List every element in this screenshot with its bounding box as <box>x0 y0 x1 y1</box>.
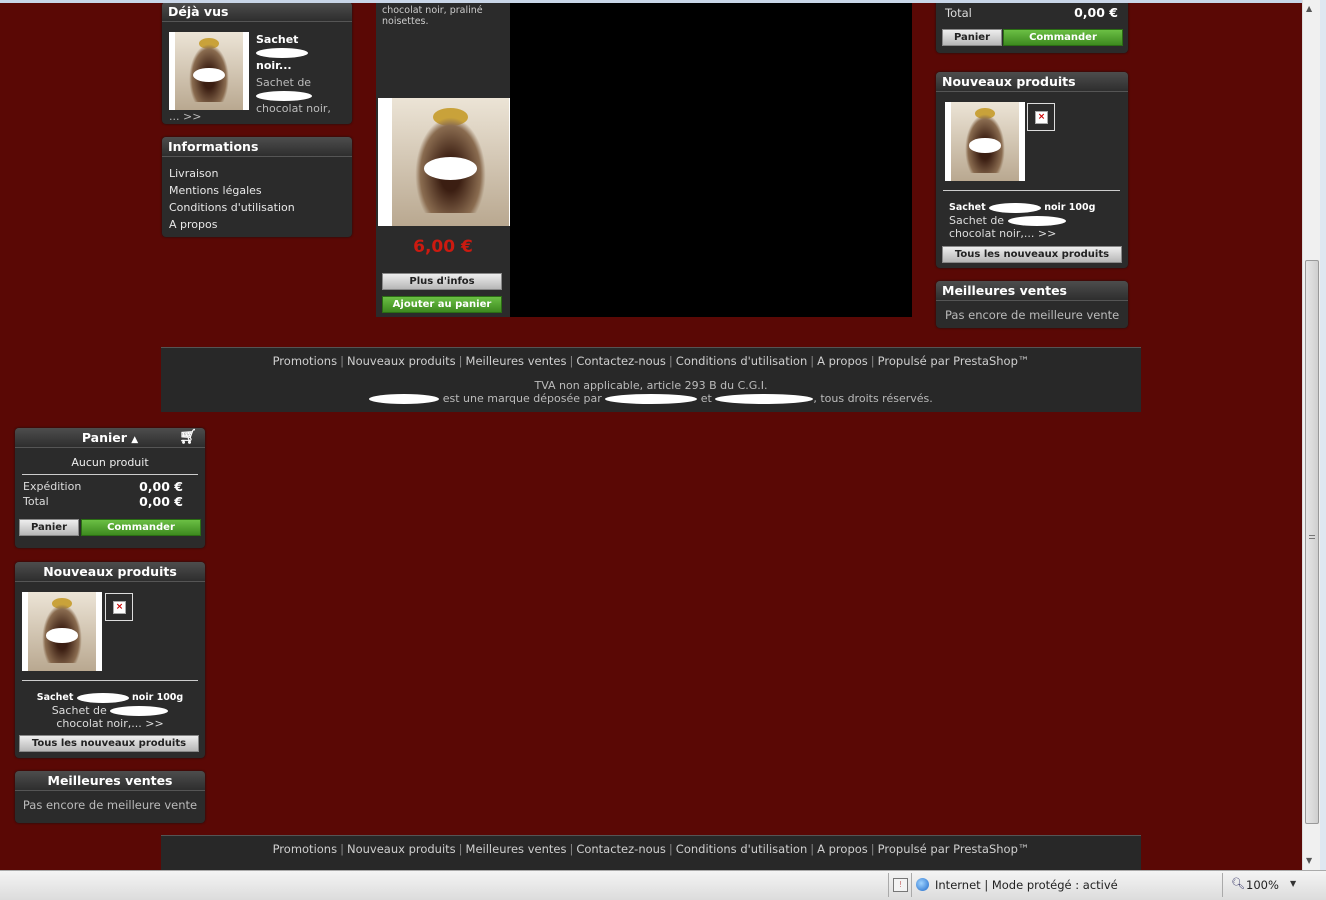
product-desc-1: chocolat noir, praliné <box>382 5 483 16</box>
cart-left-total-value: 0,00 € <box>139 494 183 509</box>
footer-link-conditions[interactable]: Conditions d'utilisation <box>676 354 807 368</box>
product-price: 6,00 € <box>413 237 473 257</box>
cart-left-shipping-value: 0,00 € <box>139 479 183 494</box>
broken-image-icon-left: × <box>105 593 133 621</box>
footer-link-apropos[interactable]: A propos <box>817 354 868 368</box>
cart-right-total-label: Total <box>945 6 972 20</box>
new-products-left-title: Nouveaux produits <box>15 562 205 582</box>
recently-viewed-thumbnail[interactable] <box>169 32 249 110</box>
footer-link-prestashop[interactable]: Propulsé par PrestaShop™ <box>878 354 1030 368</box>
zoom-level[interactable]: 100% <box>1246 878 1279 892</box>
footer2-link-contact[interactable]: Contactez-nous <box>576 842 666 856</box>
new-products-left-block: Nouveaux produits × Sachet noir 100g Sac… <box>15 562 205 758</box>
footer-bottom: Promotions | Nouveaux produits | Meilleures … <box>161 835 1141 871</box>
scroll-up-arrow-icon[interactable]: ▲ <box>1306 4 1312 13</box>
cart-icon: 🛒︎ <box>179 429 197 445</box>
cart-right-order-button[interactable]: Commander <box>1003 29 1123 46</box>
recently-viewed-desc-2: chocolat noir, <box>256 102 331 115</box>
cart-right-cart-button[interactable]: Panier <box>942 29 1002 46</box>
footer-link-new[interactable]: Nouveaux produits <box>347 354 456 368</box>
recently-viewed-more-link[interactable]: ... >> <box>169 110 201 123</box>
security-warning-icon[interactable]: ! <box>893 878 908 892</box>
info-link-apropos[interactable]: A propos <box>169 216 295 233</box>
informations-block: Informations Livraison Mentions légales … <box>162 137 352 237</box>
internet-globe-icon <box>916 878 929 891</box>
footer-link-promotions[interactable]: Promotions <box>273 354 338 368</box>
vertical-scrollbar[interactable]: ▲ ▼ <box>1302 0 1320 870</box>
new-products-right-block: Nouveaux produits × Sachet noir 100g Sac… <box>936 72 1128 268</box>
zoom-dropdown-icon[interactable]: ▼ <box>1290 879 1296 888</box>
cart-left-block: Panier ▲ 🛒︎ Aucun produit Expédition 0,0… <box>15 428 205 548</box>
footer-link-best[interactable]: Meilleures ventes <box>466 354 567 368</box>
footer2-link-conditions[interactable]: Conditions d'utilisation <box>676 842 807 856</box>
info-link-mentions[interactable]: Mentions légales <box>169 182 295 199</box>
new-products-left-thumbnail[interactable] <box>22 592 102 671</box>
recently-viewed-desc-1: Sachet de <box>256 76 312 89</box>
best-sales-left-block: Meilleures ventes Pas encore de meilleur… <box>15 771 205 823</box>
new-right-name-a[interactable]: Sachet <box>949 202 986 213</box>
recently-viewed-title: Déjà vus <box>162 2 352 22</box>
footer-trademark-end: , tous droits réservés. <box>813 392 933 405</box>
add-to-cart-button[interactable]: Ajouter au panier <box>382 296 502 313</box>
new-right-all-button[interactable]: Tous les nouveaux produits <box>942 246 1122 263</box>
product-desc-2: noisettes. <box>382 16 429 27</box>
status-bar: ! Internet | Mode protégé : activé 🔍︎ 10… <box>0 870 1326 900</box>
footer2-link-prestashop[interactable]: Propulsé par PrestaShop™ <box>878 842 1030 856</box>
recently-viewed-name[interactable]: Sachet <box>256 33 298 46</box>
footer2-link-new[interactable]: Nouveaux produits <box>347 842 456 856</box>
cart-left-order-button[interactable]: Commander <box>81 519 201 536</box>
cart-left-total-label: Total <box>23 495 49 508</box>
status-zone-text: Internet | Mode protégé : activé <box>935 878 1118 892</box>
informations-title: Informations <box>162 137 352 157</box>
new-products-right-thumbnail[interactable] <box>945 102 1025 181</box>
new-left-desc-a: Sachet de <box>51 704 107 717</box>
product-media-panel <box>510 0 912 317</box>
best-sales-right-block: Meilleures ventes Pas encore de meilleur… <box>936 281 1128 328</box>
new-left-name-b[interactable]: noir 100g <box>132 692 183 703</box>
cart-left-cart-button[interactable]: Panier <box>19 519 79 536</box>
footer2-link-apropos[interactable]: A propos <box>817 842 868 856</box>
cart-right-total-value: 0,00 € <box>1074 5 1118 20</box>
cart-summary-right: Total 0,00 € Panier Commander <box>936 0 1128 53</box>
new-right-name-b[interactable]: noir 100g <box>1044 202 1095 213</box>
footer2-link-promotions[interactable]: Promotions <box>273 842 338 856</box>
cart-left-title: Panier <box>81 430 127 445</box>
zoom-icon[interactable]: 🔍︎ <box>1231 877 1245 890</box>
more-info-button[interactable]: Plus d'infos <box>382 273 502 290</box>
footer2-link-best[interactable]: Meilleures ventes <box>466 842 567 856</box>
new-left-all-button[interactable]: Tous les nouveaux produits <box>19 735 199 752</box>
new-left-desc-b[interactable]: chocolat noir,... >> <box>15 717 205 730</box>
info-link-conditions[interactable]: Conditions d'utilisation <box>169 199 295 216</box>
cart-left-shipping-label: Expédition <box>23 480 82 493</box>
new-products-right-title: Nouveaux produits <box>936 72 1128 92</box>
footer-tva: TVA non applicable, article 293 B du C.G… <box>534 379 768 392</box>
footer-trademark-mid: est une marque déposée par <box>442 392 602 405</box>
best-sales-left-empty: Pas encore de meilleure vente <box>22 798 198 812</box>
new-right-desc-a: Sachet de <box>949 214 1005 227</box>
broken-image-icon: × <box>1027 103 1055 131</box>
collapse-arrow-icon[interactable]: ▲ <box>131 435 138 445</box>
footer-trademark-and: et <box>700 392 712 405</box>
product-card: chocolat noir, praliné noisettes. 6,00 €… <box>376 0 523 317</box>
browser-top-edge <box>0 0 1326 3</box>
footer-top: Promotions | Nouveaux produits | Meilleures … <box>161 347 1141 412</box>
cart-left-header[interactable]: Panier ▲ 🛒︎ <box>15 428 205 448</box>
best-sales-left-title: Meilleures ventes <box>15 771 205 791</box>
right-window-edge <box>1320 0 1326 870</box>
new-right-desc-b[interactable]: chocolat noir,... >> <box>949 227 1119 240</box>
best-sales-right-empty: Pas encore de meilleure vente <box>945 308 1120 322</box>
cart-left-empty: Aucun produit <box>71 456 149 469</box>
recently-viewed-name-2[interactable]: noir... <box>256 59 348 72</box>
product-image[interactable] <box>378 98 523 226</box>
scrollbar-thumb[interactable] <box>1305 260 1319 824</box>
best-sales-right-title: Meilleures ventes <box>936 281 1128 301</box>
scroll-down-arrow-icon[interactable]: ▼ <box>1306 856 1312 865</box>
footer-link-contact[interactable]: Contactez-nous <box>576 354 666 368</box>
info-link-livraison[interactable]: Livraison <box>169 165 295 182</box>
new-left-name-a[interactable]: Sachet <box>37 692 74 703</box>
recently-viewed-block: Déjà vus Sachet noir... Sachet de chocol… <box>162 2 352 124</box>
